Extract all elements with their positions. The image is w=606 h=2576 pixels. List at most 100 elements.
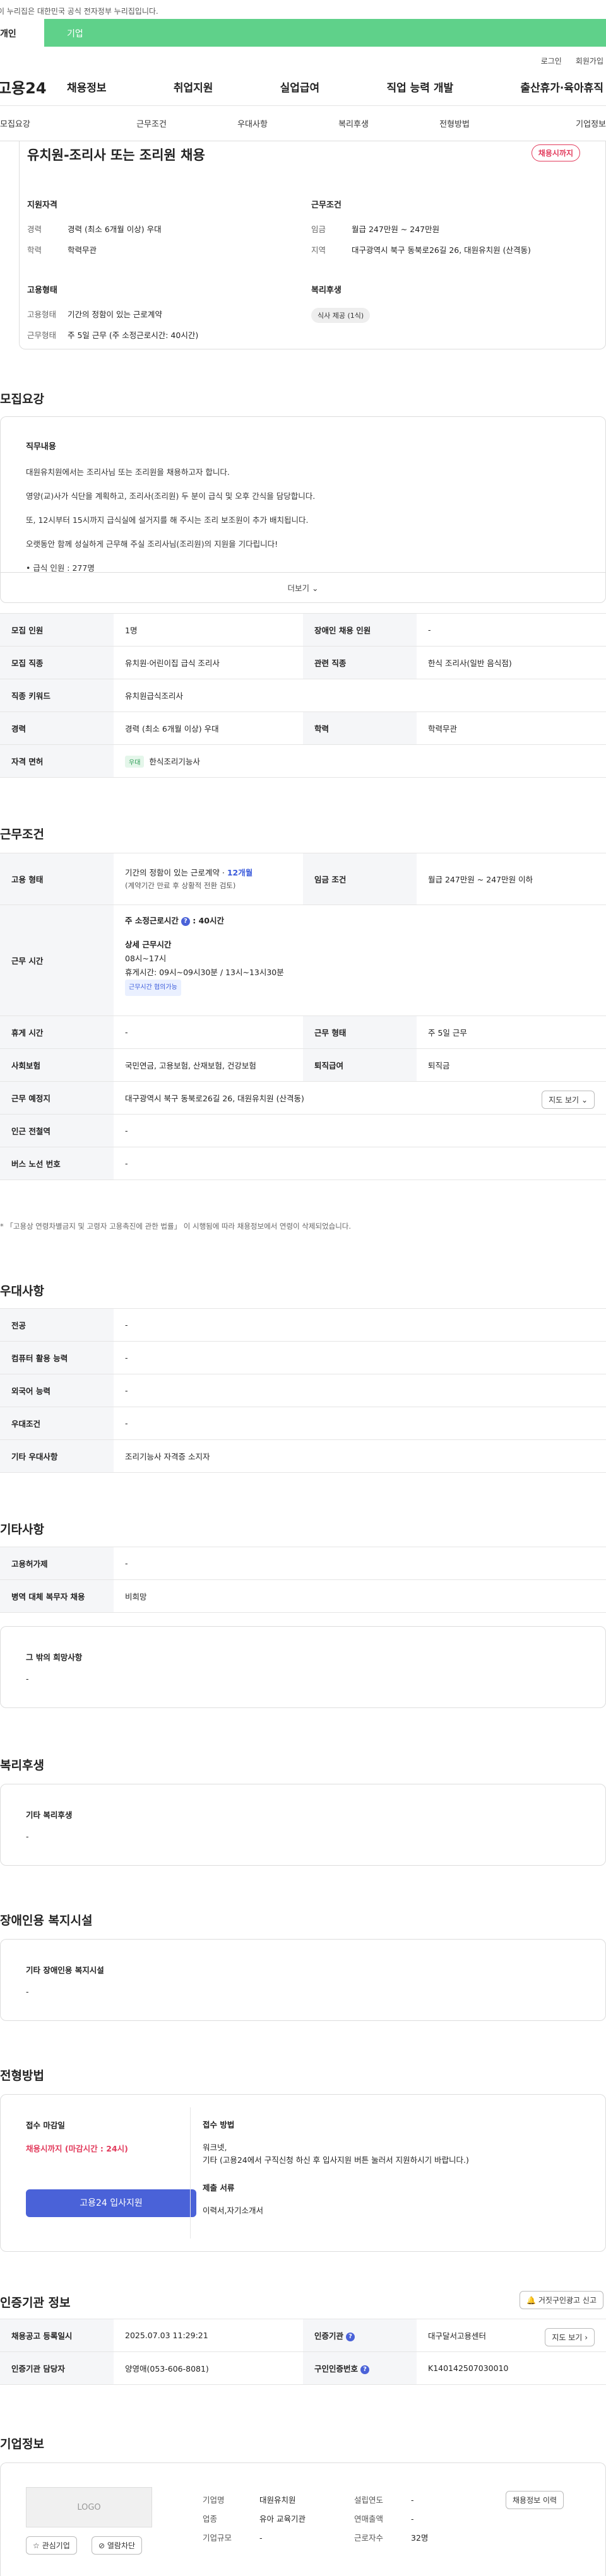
divider — [190, 2107, 191, 2239]
work-section-title: 근무조건 — [0, 828, 44, 841]
table-row: 병역 대체 복무자 채용 비희망 — [0, 1579, 606, 1613]
recruit-table: 모집 인원 1명 장애인 채용 인원 - 모집 직종 유치원·어린이집 급식 조리사 관련… — [0, 613, 606, 778]
help-icon[interactable]: ? — [346, 2332, 355, 2341]
conditions-title: 근무조건 — [311, 201, 342, 210]
tab-personal[interactable]: 개인 — [0, 19, 44, 47]
block-icon: ⊘ — [98, 2541, 105, 2550]
menu-skills[interactable]: 직업 능력 개발 — [386, 79, 453, 95]
qualification-title: 지원자격 — [27, 201, 57, 210]
company-details-left: 기업명 대원유치원 업종 유아 교육기관 기업규모 - — [203, 2495, 306, 2543]
welfare-box-value: - — [26, 1832, 29, 1841]
table-row: 전공 - — [0, 1308, 606, 1342]
tab-company[interactable]: 기업 — [44, 19, 606, 47]
welfare-box: 기타 복리후생 - — [0, 1784, 606, 1866]
apply-box: 접수 마감일 채용시까지 (마감시간 : 24시) 고용24 입사지원 접수 방… — [0, 2094, 606, 2252]
etc-table: 고용허가제 - 병역 대체 복무자 채용 비희망 — [0, 1547, 606, 1613]
cert-section-title: 인증기관 정보 — [0, 2296, 71, 2310]
etc-box-title: 그 밖의 희망사항 — [26, 1653, 83, 1662]
duty-content: 직무내용 대원유치원에서는 조리사님 또는 조리원을 채용하고자 합니다. 영양… — [1, 417, 605, 580]
pref-table: 전공 - 컴퓨터 활용 능력 - 외국어 능력 - 우대조건 - 기타 우대사항 조리기능… — [0, 1308, 606, 1473]
duty-title: 직무내용 — [26, 442, 56, 452]
global-nav: 고용24 채용정보 취업지원 실업급여 직업 능력 개발 출산휴가·육아휴직 — [0, 68, 606, 106]
summary-kv: 경력 경력 (최소 6개월 이상) 우대 — [27, 225, 162, 234]
table-row: 고용 형태 기간의 정함이 있는 근로계약 · 12개월 (계약기간 만료 후 상… — [0, 853, 606, 905]
disabled-section-title: 장애인용 복지시설 — [0, 1914, 93, 1928]
duty-box: 직무내용 대원유치원에서는 조리사님 또는 조리원을 채용하고자 합니다. 영양… — [0, 416, 606, 603]
menu-unemployment-benefit[interactable]: 실업급여 — [280, 79, 320, 95]
help-icon[interactable]: ? — [181, 916, 190, 926]
map-button[interactable]: 지도 보기 ⌄ — [542, 1091, 595, 1109]
menu-jobs[interactable]: 채용정보 — [67, 79, 107, 95]
login-link[interactable]: 로그인 — [541, 57, 562, 66]
table-row: 우대조건 - — [0, 1407, 606, 1440]
company-details-right: 설립연도 - 연매출액 - 근로자수 32명 — [354, 2495, 429, 2543]
table-row: 기타 우대사항 조리기능사 자격증 소지자 — [0, 1439, 606, 1473]
company-section-title: 기업정보 — [0, 2437, 44, 2451]
etc-box: 그 밖의 희망사항 - — [0, 1626, 606, 1708]
help-icon[interactable]: ? — [360, 2365, 370, 2374]
negotiable-chip: 근무시간 협의가능 — [125, 980, 181, 996]
employment-type-title: 고용형태 — [27, 286, 57, 295]
tab-company-info[interactable]: 기업정보 — [505, 117, 606, 129]
duty-line: 대원유치원에서는 조리사님 또는 조리원을 채용하고자 합니다. — [26, 467, 230, 477]
table-row: 버스 노선 번호 - — [0, 1147, 606, 1180]
gov-banner-text: 이 누리집은 대한민국 공식 전자정부 누리집입니다. — [0, 7, 158, 16]
table-row: 자격 면허 우대 한식조리기능사 — [0, 744, 606, 778]
etc-box-value: - — [26, 1674, 29, 1683]
report-button[interactable]: 🔔 거짓구인광고 신고 — [520, 2291, 603, 2309]
main-menu: 채용정보 취업지원 실업급여 직업 능력 개발 출산휴가·육아휴직 — [67, 79, 606, 95]
summary-grid: 지원자격 경력 경력 (최소 6개월 이상) 우대 학력 학력무관 근무조건 임금 월… — [27, 198, 595, 349]
tab-welfare[interactable]: 복리후생 — [303, 117, 404, 129]
tab-work-conditions[interactable]: 근무조건 — [101, 117, 202, 129]
duty-line: 영양(교)사가 식단을 계획하고, 조리사(조리원) 두 분이 급식 및 오후 … — [26, 491, 316, 501]
table-row: 채용공고 등록일시 2025.07.03 11:29:21 인증기관? 대구달서고… — [0, 2319, 606, 2352]
duty-line: 또, 12시부터 15시까지 급식실에 설거지를 해 주시는 조리 보조원이 추… — [26, 515, 309, 525]
summary-kv: 지역 대구광역시 북구 동북로26길 26, 대원유치원 (산격동) — [311, 245, 531, 255]
table-row: 인증기관 담당자 양영애(053-606-8081) 구인인증번호? K14014… — [0, 2351, 606, 2385]
welfare-section-title: 복리후생 — [0, 1759, 44, 1772]
menu-employment-support[interactable]: 취업지원 — [174, 79, 213, 95]
disabled-box-value: - — [26, 1987, 29, 1996]
apply-button[interactable]: 고용24 입사지원 — [26, 2189, 196, 2217]
block-company-button[interactable]: ⊘ 열람차단 — [92, 2536, 143, 2555]
table-row: 고용허가제 - — [0, 1547, 606, 1580]
tab-selection[interactable]: 전형방법 — [404, 117, 505, 129]
table-row: 외국어 능력 - — [0, 1374, 606, 1407]
favorite-company-button[interactable]: ☆ 관심기업 — [26, 2536, 77, 2555]
etc-section-title: 기타사항 — [0, 1523, 44, 1537]
job-summary-card: 유치원-조리사 또는 조리원 채용 채용시까지 지원자격 경력 경력 (최소 6개… — [19, 141, 606, 349]
table-row: 사회보험 국민연금, 고용보험, 산재보험, 건강보험 퇴직급여 퇴직금 — [0, 1048, 606, 1082]
company-box: LOGO ☆ 관심기업 ⊘ 열람차단 기업명 대원유치원 업종 유아 교육기관 기업… — [0, 2462, 606, 2576]
more-button[interactable]: 더보기 ⌄ — [1, 572, 605, 602]
section-tabs: 모집요강 근무조건 우대사항 복리후생 전형방법 기업정보 — [0, 106, 606, 141]
deadline-block: 접수 마감일 채용시까지 (마감시간 : 24시) 고용24 입사지원 — [26, 2119, 196, 2217]
tab-preferences[interactable]: 우대사항 — [202, 117, 303, 129]
job-title: 유치원-조리사 또는 조리원 채용 — [27, 148, 205, 163]
bell-icon: 🔔 — [526, 2296, 537, 2305]
table-row: 인근 전철역 - — [0, 1114, 606, 1147]
table-row: 휴게 시간 - 근무 형태 주 5일 근무 — [0, 1016, 606, 1049]
table-row: 직종 키워드 유치원급식조리사 — [0, 679, 606, 712]
site-logo[interactable]: 고용24 — [0, 76, 67, 98]
menu-leave[interactable]: 출산휴가·육아휴직 — [520, 79, 603, 95]
disabled-box: 기타 장애인용 복지시설 - — [0, 1939, 606, 2021]
cert-table: 채용공고 등록일시 2025.07.03 11:29:21 인증기관? 대구달서고… — [0, 2319, 606, 2385]
table-row: 컴퓨터 활용 능력 - — [0, 1341, 606, 1374]
cert-map-button[interactable]: 지도 보기 › — [545, 2328, 595, 2346]
join-link[interactable]: 회원가입 — [576, 57, 603, 66]
disabled-box-title: 기타 장애인용 복지시설 — [26, 1965, 104, 1975]
duty-line: 오랫동안 함께 성실하게 근무해 주실 조리사님(조리원)의 지원을 기다립니다… — [26, 539, 278, 549]
summary-kv: 임금 월급 247만원 ~ 247만원 — [311, 225, 440, 234]
job-history-button[interactable]: 채용정보 이력 — [506, 2491, 564, 2509]
work-table: 고용 형태 기간의 정함이 있는 근로계약 · 12개월 (계약기간 만료 후 상… — [0, 853, 606, 1180]
apply-section-title: 전형방법 — [0, 2069, 44, 2083]
chevron-down-icon: ⌄ — [312, 583, 319, 593]
chevron-right-icon: › — [585, 2333, 588, 2342]
welfare-title: 복리후생 — [311, 286, 342, 295]
conditions-block: 근무조건 임금 월급 247만원 ~ 247만원 지역 대구광역시 북구 동북로26… — [311, 198, 595, 264]
summary-kv: 학력 학력무관 — [27, 245, 97, 255]
tab-recruit[interactable]: 모집요강 — [0, 117, 101, 129]
table-row: 근무 예정지 대구광역시 북구 동북로26길 26, 대원유치원 (산격동) 지도 … — [0, 1081, 606, 1115]
summary-kv: 고용형태 기간의 정함이 있는 근로계약 — [27, 310, 162, 319]
deadline-value: 채용시까지 (마감시간 : 24시) — [26, 2144, 128, 2153]
